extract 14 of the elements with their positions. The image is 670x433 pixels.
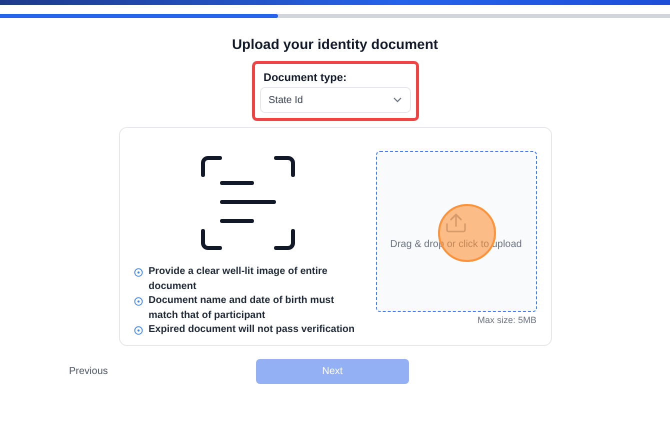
guideline-text: Document name and date of birth must match that of participant <box>148 294 336 322</box>
previous-button[interactable]: Previous <box>69 366 108 377</box>
guideline-text: Expired document will not pass verification <box>148 323 355 337</box>
document-scan-icon <box>200 155 296 251</box>
field-label: Document type: <box>264 72 347 84</box>
bullet-icon <box>134 296 142 306</box>
page-title: Upload your identity document <box>230 35 440 53</box>
upload-icon <box>445 213 467 233</box>
chevron-down-icon <box>392 97 402 103</box>
guideline-text: Provide a clear well-lit image of entire document <box>148 265 328 294</box>
document-type-select[interactable]: State Id <box>260 87 410 113</box>
bullet-icon <box>134 268 142 276</box>
bullet-icon <box>134 326 142 334</box>
max-size-note: Max size: 5MB <box>477 315 536 325</box>
